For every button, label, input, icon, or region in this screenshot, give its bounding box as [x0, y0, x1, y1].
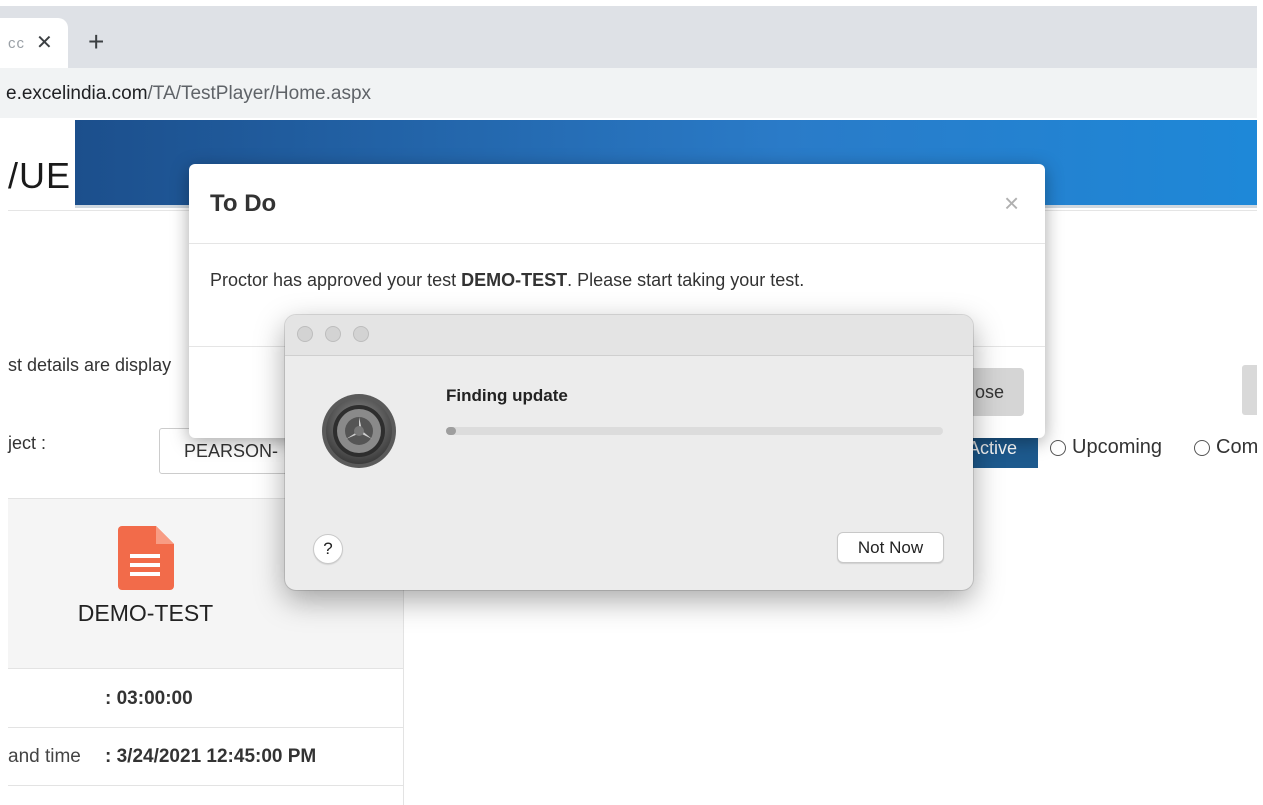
window-zoom-icon[interactable] — [353, 326, 369, 342]
datetime-value: : 3/24/2021 12:45:00 PM — [105, 746, 317, 767]
url-host: e.excelindia.com — [6, 83, 148, 104]
test-card-title: DEMO-TEST — [77, 600, 214, 626]
window-close-icon[interactable] — [297, 326, 313, 342]
url-text[interactable]: e.excelindia.com/TA/TestPlayer/Home.aspx — [6, 83, 371, 105]
help-button[interactable]: ? — [313, 534, 343, 564]
details-text: st details are display — [8, 355, 172, 375]
not-now-button[interactable]: Not Now — [837, 532, 944, 563]
filter-completed-radio[interactable]: Com — [1194, 436, 1258, 459]
update-progress-bar — [446, 427, 943, 435]
tab-title: cc — [8, 35, 25, 52]
document-icon — [118, 526, 174, 590]
message-prefix: Proctor has approved your test — [210, 270, 462, 290]
close-icon[interactable]: × — [1004, 188, 1019, 219]
duration-value: : 03:00:00 — [105, 688, 193, 709]
tab-close-icon[interactable]: ✕ — [36, 30, 53, 55]
site-logo: /UE — [8, 155, 72, 196]
card-divider — [8, 727, 403, 728]
message-suffix: . Please start taking your test. — [567, 270, 805, 290]
url-path: /TA/TestPlayer/Home.aspx — [147, 83, 372, 104]
update-status-heading: Finding update — [446, 386, 568, 405]
filter-upcoming-radio[interactable]: Upcoming — [1050, 436, 1162, 459]
radio-circle-icon — [1050, 439, 1066, 456]
datetime-label: and time — [8, 746, 81, 767]
card-divider — [8, 668, 403, 669]
todo-modal-title: To Do — [210, 190, 277, 217]
update-progress-fill — [446, 427, 456, 435]
system-preferences-gear-icon — [322, 394, 396, 468]
window-minimize-icon[interactable] — [325, 326, 341, 342]
right-edge-button[interactable] — [1242, 365, 1257, 415]
new-tab-button[interactable]: + — [88, 26, 104, 58]
tabstrip-background — [0, 6, 1257, 68]
dialog-titlebar[interactable] — [285, 315, 973, 356]
filter-completed-label: Com — [1216, 436, 1259, 458]
modal-divider — [189, 243, 1045, 244]
radio-circle-icon — [1194, 439, 1210, 456]
todo-modal-message: Proctor has approved your test DEMO-TEST… — [210, 270, 804, 291]
card-divider — [8, 785, 403, 786]
filter-upcoming-label: Upcoming — [1072, 436, 1163, 458]
message-test-name: DEMO-TEST — [461, 270, 568, 290]
subject-label: ject : — [8, 433, 47, 453]
subject-select-value: PEARSON- — [184, 441, 279, 461]
